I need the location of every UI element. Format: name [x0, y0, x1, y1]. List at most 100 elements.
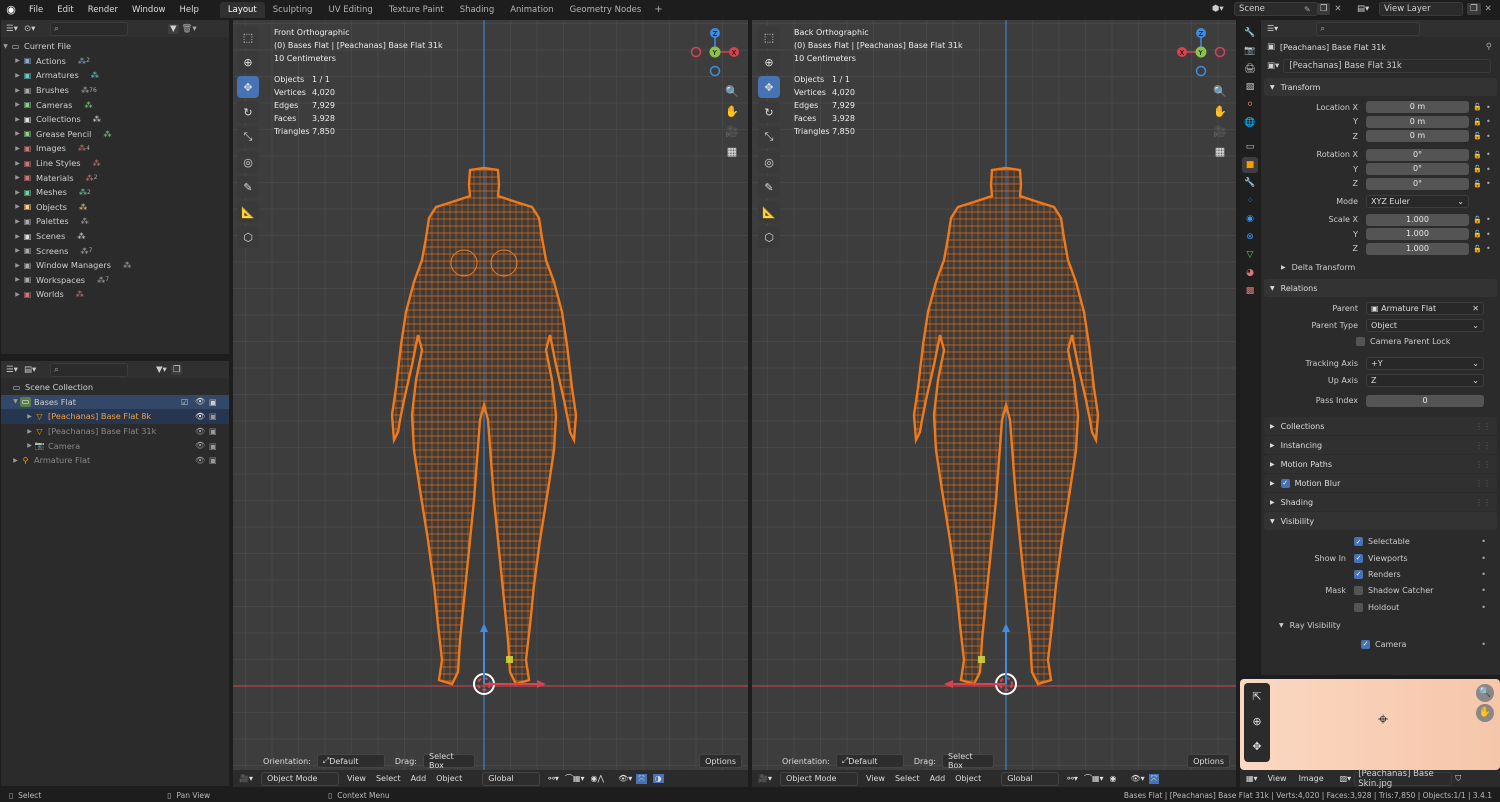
image-menu[interactable]: Image: [1299, 774, 1324, 783]
proportional-icon[interactable]: ◉: [1110, 774, 1117, 783]
delete-scene-icon[interactable]: ✕: [1334, 4, 1341, 14]
expand-arrow-icon[interactable]: ▶: [13, 130, 22, 137]
new-scene-icon[interactable]: ❐: [1316, 3, 1331, 15]
camera-render-icon[interactable]: ▣: [209, 397, 217, 407]
property-value-field[interactable]: 1.000: [1366, 213, 1469, 226]
new-collection-icon[interactable]: ❐: [170, 364, 183, 375]
editor-type-icon[interactable]: ☰▾: [6, 24, 24, 34]
drag-handle-icon[interactable]: ⋮⋮: [1475, 460, 1491, 469]
snap-icon[interactable]: ⌒▦▾: [1084, 773, 1104, 784]
output-tab-icon[interactable]: 🖨: [1242, 61, 1258, 77]
visibility-section-header[interactable]: ▼ Visibility: [1264, 512, 1497, 530]
image-browse-icon[interactable]: ▨▾: [1340, 774, 1352, 783]
tree-item[interactable]: ▶ ▣ Worlds ⁂: [1, 287, 229, 302]
object-menu[interactable]: Object: [436, 774, 462, 783]
view-menu[interactable]: View: [866, 774, 885, 783]
blender-logo-icon[interactable]: ◉: [0, 3, 22, 16]
tree-item[interactable]: ▶ ▣ Screens ⁂ 7: [1, 243, 229, 258]
add-cube-tool-icon[interactable]: ⬡: [237, 226, 259, 248]
lock-icon[interactable]: 🔓: [1473, 245, 1482, 253]
select-menu[interactable]: Select: [895, 774, 920, 783]
expand-arrow-icon[interactable]: ▶: [13, 87, 22, 94]
transform-tool-icon[interactable]: ◎: [237, 151, 259, 173]
tree-item[interactable]: ▶ ▣ Actions ⁂ 2: [1, 54, 229, 69]
scene-tab-icon[interactable]: ⚪: [1242, 97, 1258, 113]
expand-arrow-icon[interactable]: ▶: [13, 218, 22, 225]
eye-icon[interactable]: 👁: [195, 455, 205, 466]
tracking-axis-dropdown[interactable]: +Y ⌄: [1366, 357, 1484, 370]
cursor-tool-icon[interactable]: ⊕: [1246, 710, 1268, 732]
editor-type-icon[interactable]: ☰▾: [6, 365, 24, 375]
drag-handle-icon[interactable]: ⋮⋮: [1475, 441, 1491, 450]
object-tab-icon[interactable]: ■: [1242, 157, 1258, 173]
expand-arrow-icon[interactable]: ▶: [13, 101, 22, 108]
display-mode-icon[interactable]: ▤▾: [24, 365, 46, 375]
property-value-field[interactable]: 1.000: [1366, 242, 1469, 255]
tree-item[interactable]: ▶ ▣ Line Styles ⁂: [1, 156, 229, 171]
mode-dropdown[interactable]: Object Mode: [779, 771, 858, 786]
viewport-back[interactable]: ⬚ ⊕ ✥ ↻ ⤡ ◎ ✎ 📐 ⬡ Back Orthographic (0) …: [752, 20, 1236, 787]
expand-arrow-icon[interactable]: ▶: [13, 262, 22, 269]
expand-arrow-icon[interactable]: ▶: [11, 457, 20, 464]
fake-user-icon[interactable]: ⛉: [1455, 774, 1461, 784]
collapsed-section-header[interactable]: ▶ Motion Paths ⋮⋮: [1264, 455, 1497, 473]
pin-icon[interactable]: ⚲: [1486, 42, 1492, 52]
grid-toggle-icon[interactable]: ▦: [724, 142, 740, 162]
filter-icon[interactable]: ▼: [168, 23, 179, 34]
drag-handle-icon[interactable]: ⋮⋮: [1475, 422, 1491, 431]
keyframe-dot-icon[interactable]: •: [1486, 103, 1491, 112]
select-tool-icon[interactable]: ⬚: [758, 26, 780, 48]
drag-dropdown[interactable]: Select Box: [422, 752, 475, 770]
delete-view-layer-icon[interactable]: ✕: [1485, 4, 1492, 14]
workspace-tab-geometry-nodes[interactable]: Geometry Nodes: [562, 2, 650, 18]
texture-tab-icon[interactable]: ▩: [1242, 283, 1258, 299]
visibility-icon[interactable]: 👁▾: [618, 774, 632, 783]
viewport-front[interactable]: ⬚ ⊕ ✥ ↻ ⤡ ◎ ✎ 📐 ⬡ Front Orthographic (0)…: [233, 20, 748, 787]
physics-tab-icon[interactable]: ◉: [1242, 211, 1258, 227]
menu-window[interactable]: Window: [125, 5, 173, 15]
collapsed-section-header[interactable]: ▶ Shading ⋮⋮: [1264, 493, 1497, 511]
mode-dropdown[interactable]: Object Mode: [260, 771, 339, 786]
tree-item[interactable]: ▶ ▣ Grease Pencil ⁂: [1, 127, 229, 142]
camera-render-icon[interactable]: ▣: [209, 411, 217, 421]
orientation-dropdown[interactable]: ⤢ Default: [316, 754, 385, 768]
expand-arrow-icon[interactable]: ▶: [13, 203, 22, 210]
expand-arrow-icon[interactable]: ▶: [13, 174, 22, 181]
collection-row[interactable]: ▼ ▭ Bases Flat ☑ 👁 ▣: [1, 394, 229, 410]
ray-camera-checkbox[interactable]: ✓: [1361, 639, 1370, 649]
navigation-gizmo[interactable]: Z X Y: [1174, 25, 1230, 81]
camera-view-icon[interactable]: 🎥: [1212, 122, 1228, 142]
selectable-checkbox[interactable]: ✓: [1354, 537, 1363, 546]
outliner-object-row[interactable]: ▶ ▽ [Peachanas] Base Flat 31k 👁 ▣: [1, 424, 229, 439]
eye-icon[interactable]: 👁: [195, 440, 205, 451]
menu-edit[interactable]: Edit: [50, 5, 80, 15]
keyframe-dot-icon[interactable]: •: [1486, 244, 1491, 253]
renders-checkbox[interactable]: ✓: [1354, 569, 1363, 579]
lock-icon[interactable]: 🔓: [1473, 165, 1482, 173]
gizmo-icon[interactable]: ⤧: [1148, 773, 1160, 784]
tree-item[interactable]: ▶ ▣ Window Managers ⁂: [1, 258, 229, 273]
drag-handle-icon[interactable]: ⋮⋮: [1475, 498, 1491, 507]
outliner-object-row[interactable]: ▶ ▽ [Peachanas] Base Flat 8k 👁 ▣: [1, 409, 229, 424]
lock-icon[interactable]: 🔓: [1473, 118, 1482, 126]
view-layer-selector[interactable]: ▤▾ View Layer ❐ ✕: [1357, 2, 1492, 16]
delta-transform-row[interactable]: ▶ Delta Transform: [1261, 256, 1500, 278]
tree-item[interactable]: ▶ ▣ Materials ⁂ 2: [1, 170, 229, 185]
tree-item[interactable]: ▶ ▣ Collections ⁂: [1, 112, 229, 127]
measure-tool-icon[interactable]: 📐: [237, 201, 259, 223]
outliner-object-row[interactable]: ▶ 📷 Camera 👁 ▣: [1, 438, 229, 453]
holdout-checkbox[interactable]: [1354, 602, 1363, 612]
rotate-tool-icon[interactable]: ↻: [758, 101, 780, 123]
snap-icon[interactable]: ⌒▦▾: [565, 773, 585, 784]
expand-arrow-icon[interactable]: ▶: [13, 72, 22, 79]
zoom-icon[interactable]: 🔍: [724, 82, 740, 102]
parent-field[interactable]: ▣ Armature Flat ✕: [1366, 302, 1484, 315]
data-tab-icon[interactable]: ▽: [1242, 247, 1258, 263]
overlay-icon[interactable]: ◑: [652, 774, 664, 783]
expand-arrow-icon[interactable]: ▶: [13, 145, 22, 152]
property-value-field[interactable]: 0°: [1366, 163, 1469, 176]
annotate-tool-icon[interactable]: ✎: [758, 176, 780, 198]
cursor-tool-icon[interactable]: ⊕: [237, 51, 259, 73]
ray-camera-row[interactable]: ✓ Camera •: [1261, 636, 1500, 652]
expand-arrow-icon[interactable]: ▶: [25, 428, 34, 435]
